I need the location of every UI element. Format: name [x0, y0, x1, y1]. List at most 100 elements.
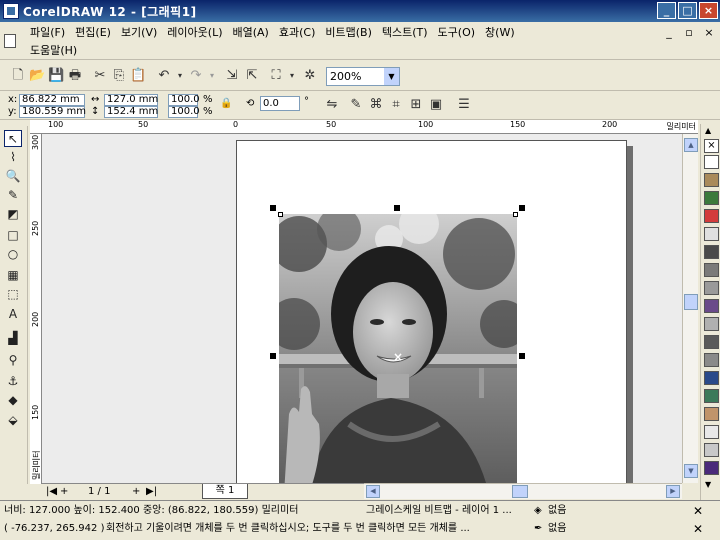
- add-page-before-button[interactable]: +: [60, 485, 68, 498]
- interactive-blend-tool-icon[interactable]: ▟: [4, 330, 22, 347]
- wrap-text-icon[interactable]: ☰: [456, 97, 472, 113]
- rotation-angle-field[interactable]: 0.0: [260, 96, 300, 111]
- interactive-fill-tool-icon[interactable]: ⬙: [4, 412, 22, 429]
- redo-dropdown-icon[interactable]: ▾: [204, 68, 220, 84]
- cut-icon[interactable]: ✂: [92, 68, 108, 84]
- menu-bitmaps[interactable]: 비트맵(B): [323, 25, 380, 41]
- coreldraw-app-icon[interactable]: [3, 3, 19, 19]
- doc-close-button[interactable]: ×: [702, 26, 716, 39]
- application-launcher-icon[interactable]: ⛶: [268, 68, 284, 84]
- open-icon[interactable]: 📂: [29, 68, 45, 84]
- color-swatch[interactable]: [704, 425, 719, 439]
- scale-width-field[interactable]: 100.0: [168, 94, 200, 106]
- pick-tool-icon[interactable]: ↖: [4, 130, 22, 147]
- color-swatch[interactable]: [704, 389, 719, 403]
- rectangle-tool-icon[interactable]: □: [4, 227, 22, 244]
- fill-tool-icon[interactable]: ◆: [4, 392, 22, 409]
- copy-icon[interactable]: ⎘: [111, 68, 127, 84]
- color-swatch[interactable]: [704, 155, 719, 169]
- color-swatch[interactable]: [704, 245, 719, 259]
- trace-bitmap-icon[interactable]: ⌘: [368, 97, 384, 113]
- drawing-canvas[interactable]: ×: [42, 134, 682, 483]
- shape-tool-icon[interactable]: ⌇: [4, 149, 22, 166]
- menu-layout[interactable]: 레이아웃(L): [165, 25, 230, 41]
- edit-bitmap-icon[interactable]: ✎: [348, 97, 364, 113]
- freehand-tool-icon[interactable]: ✎: [4, 187, 22, 204]
- outline-tool-icon[interactable]: ⚓: [4, 373, 22, 390]
- selection-handle-top-left[interactable]: [270, 205, 276, 211]
- color-swatch[interactable]: [704, 209, 719, 223]
- last-page-button[interactable]: ▶|: [146, 485, 157, 498]
- horizontal-scroll-thumb[interactable]: [512, 485, 528, 498]
- color-swatch[interactable]: [704, 371, 719, 385]
- undo-dropdown-icon[interactable]: ▾: [172, 68, 188, 84]
- color-swatch[interactable]: [704, 227, 719, 241]
- color-swatch[interactable]: [704, 317, 719, 331]
- text-tool-icon[interactable]: A: [4, 306, 22, 323]
- grayscale-bitmap-photo[interactable]: [279, 214, 517, 483]
- lock-ratio-icon[interactable]: 🔒: [220, 98, 232, 110]
- import-icon[interactable]: ⇲: [224, 68, 240, 84]
- polygon-tool-icon[interactable]: ▦: [4, 267, 22, 284]
- fill-none-icon[interactable]: ✕: [686, 504, 710, 518]
- close-button[interactable]: ×: [699, 2, 718, 19]
- undo-icon[interactable]: ↶: [156, 68, 172, 84]
- corel-online-icon[interactable]: ✲: [302, 68, 318, 84]
- color-swatch[interactable]: [704, 335, 719, 349]
- basic-shapes-tool-icon[interactable]: ⬚: [4, 286, 22, 303]
- minimize-button[interactable]: _: [657, 2, 676, 19]
- scroll-up-button[interactable]: ▲: [684, 138, 698, 152]
- selection-handle-top-right[interactable]: [519, 205, 525, 211]
- menu-effects[interactable]: 효과(C): [277, 25, 324, 41]
- selection-handle-middle-left[interactable]: [270, 353, 276, 359]
- vertical-ruler[interactable]: 300 250 200 150 밀리미터: [30, 134, 42, 484]
- scroll-down-button[interactable]: ▼: [684, 464, 698, 478]
- color-swatch[interactable]: [704, 461, 719, 475]
- document-icon[interactable]: [4, 34, 16, 48]
- smart-fill-tool-icon[interactable]: ◩: [4, 206, 22, 223]
- color-swatch[interactable]: [704, 407, 719, 421]
- menu-arrange[interactable]: 배열(A): [231, 25, 277, 41]
- paste-icon[interactable]: 📋: [130, 68, 146, 84]
- menu-tools[interactable]: 도구(O): [436, 25, 483, 41]
- node-handle-top-left[interactable]: [278, 212, 283, 217]
- zoom-level-select[interactable]: 200% ▼: [326, 67, 400, 86]
- menu-edit[interactable]: 편집(E): [73, 25, 119, 41]
- color-swatch[interactable]: [704, 443, 719, 457]
- palette-scroll-up-icon[interactable]: ▲: [705, 126, 711, 135]
- selection-handle-top-center[interactable]: [394, 205, 400, 211]
- zoom-tool-icon[interactable]: 🔍: [4, 168, 22, 185]
- eyedropper-tool-icon[interactable]: ⚲: [4, 352, 22, 369]
- doc-restore-button[interactable]: ▫: [682, 26, 696, 39]
- vertical-scrollbar[interactable]: ▲ ▼: [682, 134, 698, 483]
- x-position-field[interactable]: 86.822 mm: [19, 94, 85, 106]
- export-icon[interactable]: ⇱: [244, 68, 260, 84]
- save-icon[interactable]: 💾: [48, 68, 64, 84]
- color-swatch[interactable]: [704, 191, 719, 205]
- menu-text[interactable]: 텍스트(T): [380, 25, 436, 41]
- page-tab[interactable]: 쪽 1: [202, 484, 248, 499]
- doc-minimize-button[interactable]: _: [662, 26, 676, 39]
- ellipse-tool-icon[interactable]: ○: [4, 246, 22, 263]
- menu-view[interactable]: 보기(V): [119, 25, 165, 41]
- color-swatch[interactable]: [704, 173, 719, 187]
- chevron-down-icon[interactable]: ▼: [384, 68, 399, 85]
- palette-scroll-down-icon[interactable]: ▼: [705, 480, 711, 489]
- color-swatch[interactable]: [704, 299, 719, 313]
- scale-height-field[interactable]: 100.0: [168, 106, 200, 118]
- crop-bitmap-icon[interactable]: ⌗: [388, 97, 404, 113]
- y-position-field[interactable]: 180.559 mm: [19, 106, 86, 118]
- no-color-swatch-icon[interactable]: ⨯: [704, 139, 719, 153]
- scroll-right-button[interactable]: ▶: [666, 485, 680, 498]
- scroll-left-button[interactable]: ◀: [366, 485, 380, 498]
- maximize-button[interactable]: □: [678, 2, 697, 19]
- resample-icon[interactable]: ⊞: [408, 97, 424, 113]
- launcher-dropdown-icon[interactable]: ▾: [284, 68, 300, 84]
- selection-handle-middle-right[interactable]: [519, 353, 525, 359]
- color-swatch[interactable]: [704, 353, 719, 367]
- vertical-scroll-thumb[interactable]: [684, 294, 698, 310]
- redo-icon[interactable]: ↷: [188, 68, 204, 84]
- menu-file[interactable]: 파일(F): [30, 25, 73, 41]
- bitmap-color-mask-icon[interactable]: ▣: [428, 97, 444, 113]
- horizontal-scrollbar[interactable]: ◀ ▶: [364, 483, 682, 499]
